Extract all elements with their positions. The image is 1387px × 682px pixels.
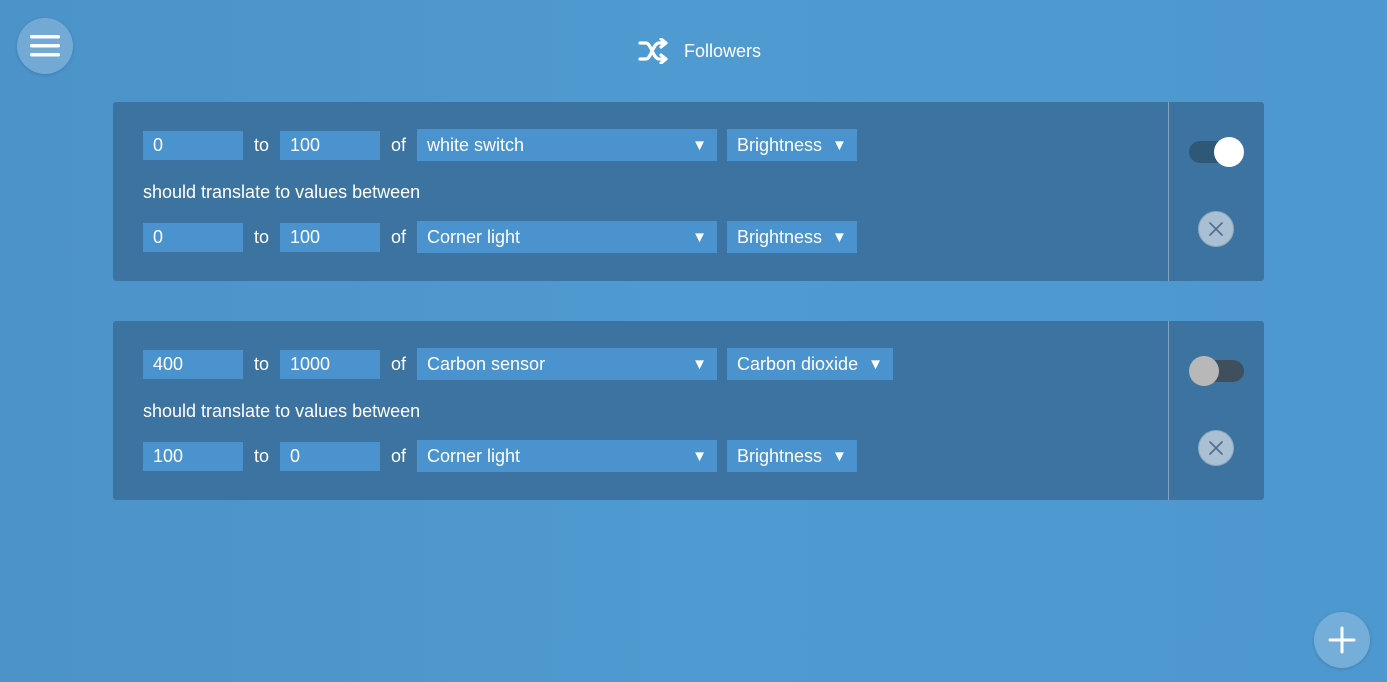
of-label: of xyxy=(390,353,406,374)
page-header: Followers xyxy=(0,34,1387,68)
source-from-input[interactable] xyxy=(143,349,243,379)
close-icon xyxy=(1209,222,1223,236)
dropdown-arrow-icon: ▼ xyxy=(868,355,883,373)
follower-card: to of Carbon sensor ▼ Carbon dioxide ▼ s… xyxy=(113,321,1264,500)
source-row: to of white switch ▼ Brightness ▼ xyxy=(143,129,857,161)
source-row: to of Carbon sensor ▼ Carbon dioxide ▼ xyxy=(143,348,893,380)
of-label: of xyxy=(390,445,406,466)
card-divider xyxy=(1168,102,1169,281)
enable-toggle[interactable] xyxy=(1189,137,1244,167)
target-row: to of Corner light ▼ Brightness ▼ xyxy=(143,440,857,472)
target-from-input[interactable] xyxy=(143,222,243,252)
plus-icon xyxy=(1328,626,1356,654)
dropdown-arrow-icon: ▼ xyxy=(832,228,847,246)
to-label: to xyxy=(253,445,269,466)
dropdown-arrow-icon: ▼ xyxy=(692,228,707,246)
delete-button[interactable] xyxy=(1198,430,1234,466)
source-device-select[interactable]: white switch ▼ xyxy=(417,129,717,161)
translate-text: should translate to values between xyxy=(143,401,421,421)
of-label: of xyxy=(390,226,406,247)
dropdown-arrow-icon: ▼ xyxy=(692,136,707,154)
target-row: to of Corner light ▼ Brightness ▼ xyxy=(143,221,857,253)
source-property-select[interactable]: Brightness ▼ xyxy=(727,129,857,161)
source-property-label: Carbon dioxide xyxy=(737,353,859,374)
enable-toggle[interactable] xyxy=(1189,356,1244,386)
source-device-label: Carbon sensor xyxy=(427,353,546,374)
toggle-knob xyxy=(1189,356,1219,386)
source-property-label: Brightness xyxy=(737,134,823,155)
dropdown-arrow-icon: ▼ xyxy=(692,447,707,465)
delete-button[interactable] xyxy=(1198,211,1234,247)
target-property-select[interactable]: Brightness ▼ xyxy=(727,440,857,472)
of-label: of xyxy=(390,134,406,155)
source-to-input[interactable] xyxy=(280,349,380,379)
target-property-label: Brightness xyxy=(737,445,823,466)
source-from-input[interactable] xyxy=(143,130,243,160)
source-device-label: white switch xyxy=(427,134,525,155)
page-title: Followers xyxy=(683,40,762,61)
to-label: to xyxy=(253,353,269,374)
add-follower-button[interactable] xyxy=(1314,612,1370,668)
source-to-input[interactable] xyxy=(280,130,380,160)
follower-card: to of white switch ▼ Brightness ▼ should… xyxy=(113,102,1264,281)
target-to-input[interactable] xyxy=(280,441,380,471)
close-icon xyxy=(1209,441,1223,455)
target-device-label: Corner light xyxy=(427,226,521,247)
target-to-input[interactable] xyxy=(280,222,380,252)
dropdown-arrow-icon: ▼ xyxy=(692,355,707,373)
target-from-input[interactable] xyxy=(143,441,243,471)
toggle-knob xyxy=(1214,137,1244,167)
target-property-select[interactable]: Brightness ▼ xyxy=(727,221,857,253)
target-device-select[interactable]: Corner light ▼ xyxy=(417,221,717,253)
target-device-label: Corner light xyxy=(427,445,521,466)
target-property-label: Brightness xyxy=(737,226,823,247)
dropdown-arrow-icon: ▼ xyxy=(832,447,847,465)
shuffle-icon xyxy=(638,38,668,64)
source-device-select[interactable]: Carbon sensor ▼ xyxy=(417,348,717,380)
to-label: to xyxy=(253,226,269,247)
target-device-select[interactable]: Corner light ▼ xyxy=(417,440,717,472)
source-property-select[interactable]: Carbon dioxide ▼ xyxy=(727,348,893,380)
dropdown-arrow-icon: ▼ xyxy=(832,136,847,154)
to-label: to xyxy=(253,134,269,155)
translate-text: should translate to values between xyxy=(143,182,421,202)
card-divider xyxy=(1168,321,1169,500)
